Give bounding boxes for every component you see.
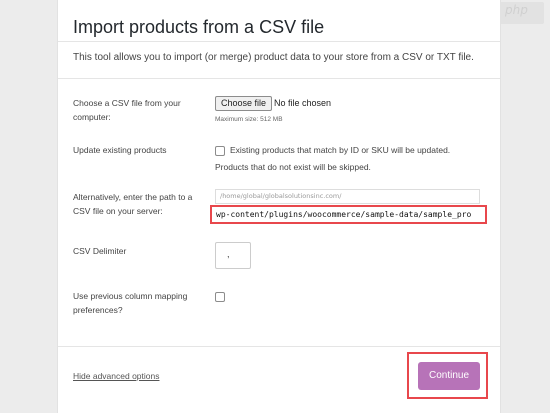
update-existing-text: Existing products that match by ID or SK… [230,145,451,155]
mapping-checkbox[interactable] [215,292,225,302]
mapping-label-line1: Use previous column mapping [73,291,188,301]
file-label-line1: Choose a CSV file from your [73,98,181,108]
mapping-label: Use previous column mapping preferences? [73,289,203,317]
path-label-line2: CSV file on your server: [73,206,163,216]
base-path-display: /home/global/globalsolutionsinc.com/ [215,189,480,204]
footer-divider [58,346,500,347]
path-label-line1: Alternatively, enter the path to a [73,192,193,202]
continue-button[interactable]: Continue [418,362,480,390]
hide-advanced-link[interactable]: Hide advanced options [73,371,159,381]
intro-text: This tool allows you to import (or merge… [73,52,474,63]
update-existing-checkbox[interactable] [215,146,225,156]
file-label: Choose a CSV file from your computer: [73,96,203,124]
server-path-input[interactable]: wp-content/plugins/woocommerce/sample-da… [210,205,487,224]
path-label: Alternatively, enter the path to a CSV f… [73,190,213,218]
mapping-label-line2: preferences? [73,305,123,315]
intro-divider [58,78,500,79]
delimiter-input[interactable]: , [215,242,251,269]
max-size-text: Maximum size: 512 MB [215,116,283,123]
update-label: Update existing products [73,145,167,155]
file-label-line2: computer: [73,112,111,122]
watermark-logo: php [505,3,528,17]
delimiter-label: CSV Delimiter [73,246,127,256]
import-panel: Import products from a CSV file This too… [57,0,501,413]
title-divider [58,41,500,42]
page-title: Import products from a CSV file [73,17,325,37]
no-file-text: No file chosen [274,98,332,108]
update-existing-subtext: Products that do not exist will be skipp… [215,162,371,172]
choose-file-button[interactable]: Choose file [215,96,273,111]
